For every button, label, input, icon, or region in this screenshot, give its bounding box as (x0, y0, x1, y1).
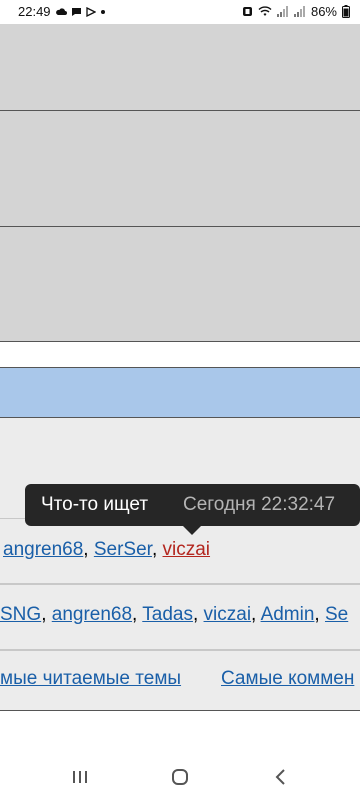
user-link-se[interactable]: Se (325, 604, 348, 625)
user-link-angren68[interactable]: angren68 (3, 539, 83, 560)
user-link-admin[interactable]: Admin (261, 604, 315, 625)
system-nav-bar (0, 758, 360, 800)
separator: , (41, 604, 52, 625)
status-time: 22:49 (18, 4, 51, 19)
separator: , (314, 604, 325, 625)
battery-icon (342, 5, 350, 18)
user-link-serser[interactable]: SerSer (94, 539, 152, 560)
dot-icon (100, 9, 106, 15)
separator: , (251, 604, 261, 625)
most-read-topics-link[interactable]: мые читаемые темы (0, 668, 181, 690)
separator: , (83, 539, 94, 560)
grey-block-3 (0, 227, 360, 341)
recent-apps-icon[interactable] (71, 768, 89, 791)
grey-block-1 (0, 24, 360, 110)
section-header-band (0, 367, 360, 418)
tooltip-arrow (183, 526, 201, 535)
users-list-1: angren68, SerSer, viczai (3, 539, 210, 561)
separator: , (132, 604, 143, 625)
home-icon[interactable] (171, 768, 189, 791)
user-link-viczai[interactable]: viczai (204, 604, 252, 625)
users-list-2: SNG, angren68, Tadas, viczai, Admin, Se (0, 604, 348, 626)
status-right: 86% (242, 4, 350, 19)
users-row-2: SNG, angren68, Tadas, viczai, Admin, Se (0, 584, 360, 650)
separator: , (192, 604, 204, 625)
status-left: 22:49 (18, 4, 106, 19)
user-link-angren68[interactable]: angren68 (52, 604, 132, 625)
alarm-icon (242, 6, 253, 17)
separator: , (151, 539, 163, 560)
cloud-icon (55, 7, 67, 16)
most-commented-topics-link[interactable]: Самые коммен (221, 668, 354, 690)
signal-icon-1 (276, 6, 289, 17)
signal-icon-2 (293, 6, 306, 17)
tooltip-title: Что-то ищет (41, 494, 149, 515)
users-row-1: angren68, SerSer, viczai (0, 518, 360, 584)
grey-block-2 (0, 111, 360, 226)
user-link-tadas[interactable]: Tadas (142, 604, 193, 625)
battery-percent: 86% (310, 4, 337, 19)
user-link-viczai[interactable]: viczai (163, 539, 211, 560)
divider (0, 341, 360, 342)
tooltip: Что-то ищет Сегодня 22:32:47 (25, 484, 360, 535)
user-link-sng[interactable]: SNG (0, 604, 41, 625)
topics-row: мые читаемые темы Самые коммен (0, 650, 360, 711)
back-icon[interactable] (272, 768, 290, 791)
chat-bubble-icon (71, 7, 82, 17)
status-bar: 22:49 86% (0, 0, 360, 24)
tooltip-time: Сегодня 22:32:47 (183, 494, 336, 515)
play-store-icon (85, 6, 96, 17)
wifi-icon (258, 6, 272, 17)
